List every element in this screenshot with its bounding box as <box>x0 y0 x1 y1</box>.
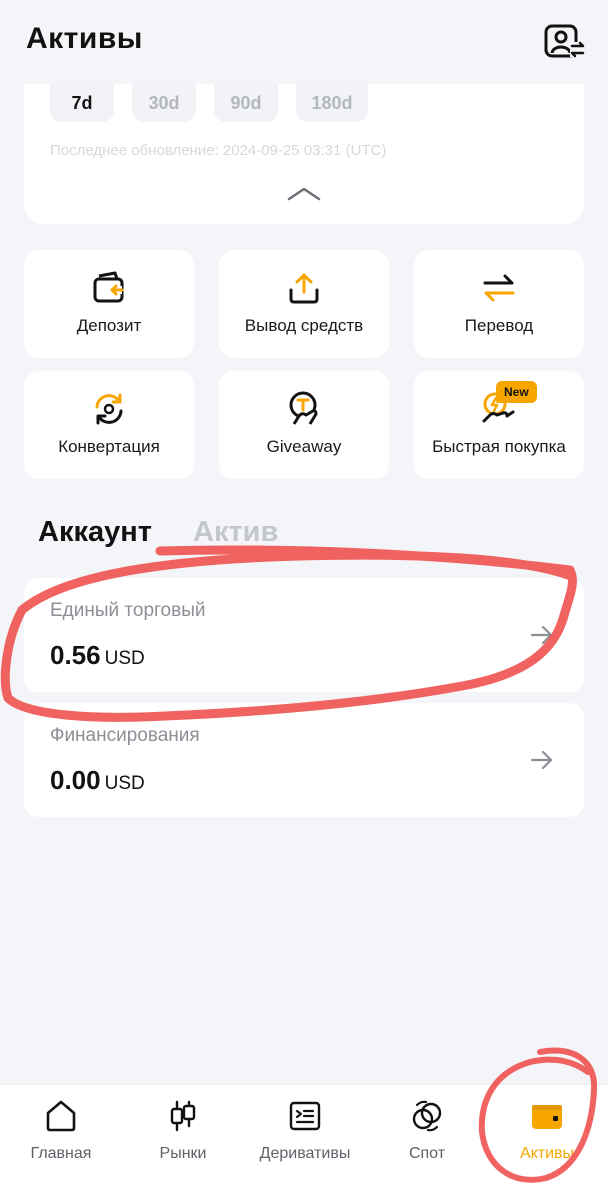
balance-amount: 0.00 <box>50 765 101 795</box>
nav-item-home[interactable]: Главная <box>0 1085 122 1200</box>
page-header: Активы <box>0 0 608 84</box>
profile-switch-icon[interactable] <box>544 24 586 60</box>
account-name: Финансирования <box>50 725 200 746</box>
unified-trading-account-card[interactable]: Единый торговый 0.56 USD <box>24 578 584 692</box>
giveaway-icon <box>289 391 318 425</box>
tab-asset[interactable]: Актив <box>193 516 278 549</box>
home-icon <box>46 1100 76 1132</box>
new-badge: New <box>496 381 537 403</box>
arrow-right-icon[interactable] <box>530 749 554 771</box>
bottom-navigation: Главная Рынки Деривативы Спот Активы <box>0 1084 608 1200</box>
account-name: Единый торговый <box>50 600 206 621</box>
balance-amount: 0.56 <box>50 640 101 670</box>
arrow-right-icon[interactable] <box>530 624 554 646</box>
balance-currency: USD <box>104 648 145 669</box>
withdraw-icon <box>289 273 319 304</box>
nav-item-spot[interactable]: Спот <box>366 1085 488 1200</box>
withdraw-label: Вывод средств <box>244 316 364 335</box>
giveaway-label: Giveaway <box>266 437 342 456</box>
deposit-icon <box>93 271 124 303</box>
transfer-icon <box>483 274 515 302</box>
pnl-card: 7d 30d 90d 180d Последнее обновление: 20… <box>24 84 584 224</box>
period-7d-button[interactable]: 7d <box>50 84 114 122</box>
nav-label: Спот <box>408 1145 446 1162</box>
deposit-label: Депозит <box>76 316 142 335</box>
spot-icon <box>412 1100 442 1132</box>
nav-label: Деривативы <box>259 1145 351 1162</box>
balance-currency: USD <box>104 773 145 794</box>
account-balance: 0.00 USD <box>50 765 145 796</box>
nav-label: Главная <box>30 1145 92 1162</box>
period-90d-button[interactable]: 90d <box>214 84 278 122</box>
derivatives-icon <box>289 1101 321 1131</box>
chevron-up-icon[interactable] <box>286 184 322 202</box>
convert-button[interactable]: Конвертация <box>24 371 194 479</box>
page-title: Активы <box>26 22 143 55</box>
period-180d-button[interactable]: 180d <box>296 84 368 122</box>
tab-account[interactable]: Аккаунт <box>38 516 152 549</box>
nav-item-derivatives[interactable]: Деривативы <box>244 1085 366 1200</box>
convert-label: Конвертация <box>58 437 160 456</box>
quick-buy-label: Быстрая покупка <box>432 437 566 456</box>
quick-buy-button[interactable]: New Быстрая покупка <box>414 371 584 479</box>
account-balance: 0.56 USD <box>50 640 145 671</box>
transfer-label: Перевод <box>464 316 534 335</box>
deposit-button[interactable]: Депозит <box>24 250 194 358</box>
nav-item-markets[interactable]: Рынки <box>122 1085 244 1200</box>
convert-icon <box>95 393 123 425</box>
candlestick-icon <box>170 1100 196 1132</box>
giveaway-button[interactable]: Giveaway <box>219 371 389 479</box>
transfer-button[interactable]: Перевод <box>414 250 584 358</box>
withdraw-button[interactable]: Вывод средств <box>219 250 389 358</box>
period-30d-button[interactable]: 30d <box>132 84 196 122</box>
wallet-icon <box>532 1105 562 1129</box>
nav-label: Рынки <box>159 1145 207 1162</box>
nav-label: Активы <box>519 1145 575 1162</box>
funding-account-card[interactable]: Финансирования 0.00 USD <box>24 703 584 817</box>
last-update-text: Последнее обновление: 2024-09-25 03:31 (… <box>50 142 387 159</box>
nav-item-assets[interactable]: Активы <box>486 1085 608 1200</box>
